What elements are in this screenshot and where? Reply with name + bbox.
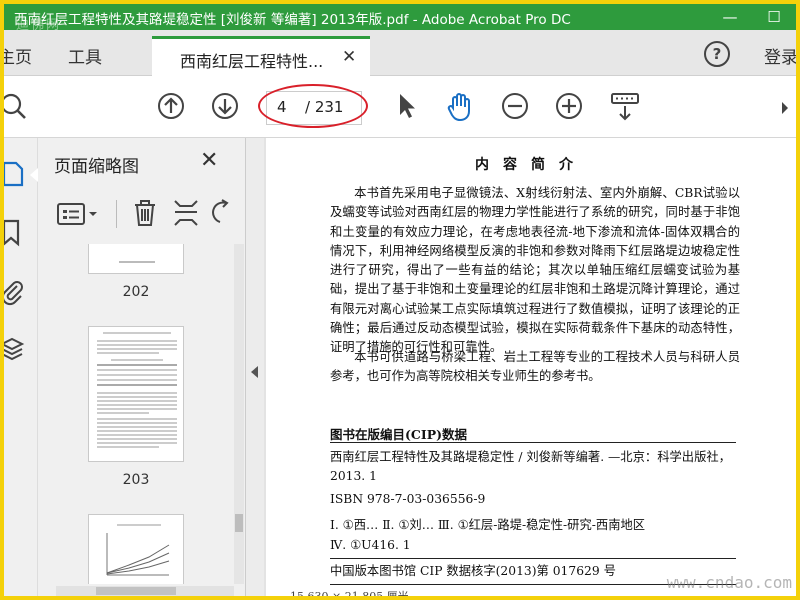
bookmarks-icon[interactable] [4,218,26,248]
thumbnail-list: 202 203 [38,244,234,584]
close-panel-icon[interactable]: ✕ [200,148,218,173]
thumbnail-label: 203 [122,472,150,488]
panel-title: 页面缩略图 [54,157,139,177]
scroll-mode-icon[interactable] [610,91,640,123]
scrollbar-thumb[interactable] [235,514,243,532]
minimize-button[interactable]: — [708,4,752,30]
thumbnails-panel: 页面缩略图 ✕ 202 203 [38,138,246,596]
tab-bar: 主页 工具 西南红层工程特性... ✕ ? 登录 [4,30,796,76]
thumbnail-label: 202 [122,284,150,300]
document-tab[interactable]: 西南红层工程特性... ✕ [152,36,370,76]
close-tab-icon[interactable]: ✕ [342,47,356,67]
pdf-page: 内容简介 本书首先采用电子显微镜法、X射线衍射法、室内外崩解、CBR试验以及蠕变… [266,138,796,596]
home-tab[interactable]: 主页 [4,43,32,68]
more-tools-chevron-icon[interactable] [780,96,794,116]
sign-in-link[interactable]: 登录 [764,43,796,68]
hscrollbar-thumb[interactable] [96,587,176,595]
acrobat-window: 西南红层工程特性及其路堤稳定性 [刘俊新 等编著] 2013年版.pdf - A… [4,4,796,596]
cip-book-info: 西南红层工程特性及其路堤稳定性 / 刘俊新等编著. —北京：科学出版社，2013… [330,450,731,483]
title-bar: 西南红层工程特性及其路堤稳定性 [刘俊新 等编著] 2013年版.pdf - A… [4,4,796,33]
rotate-page-icon[interactable] [212,198,232,228]
cip-rule-middle [330,558,736,559]
main-toolbar: / 231 [4,76,796,138]
tools-tab[interactable]: 工具 [68,43,102,68]
cip-classification-1: Ⅰ. ①西… Ⅱ. ①刘… Ⅲ. ①红层-路堤-稳定性-研究-西南地区 [330,518,646,532]
thumbnail-hscrollbar[interactable] [56,586,234,596]
site-watermark: www.cndao.com [666,573,792,592]
document-tab-label: 西南红层工程特性... [180,52,324,71]
collapse-arrow-icon[interactable] [251,366,258,378]
maximize-button[interactable]: ☐ [752,4,796,30]
cip-classification-2: Ⅳ. ①U416. 1 [330,538,411,552]
cip-isbn: ISBN 978-7-03-036556-9 [330,492,486,506]
previous-page-icon[interactable] [156,91,186,121]
help-icon[interactable]: ? [704,41,730,67]
page-heading: 内容简介 [475,157,587,173]
page-thumbnails-icon[interactable] [4,160,26,188]
zoom-in-icon[interactable] [554,91,584,121]
collapse-panel-handle[interactable] [246,138,264,596]
attachments-icon[interactable] [4,278,26,308]
thumbnail-tools [38,190,246,238]
zoom-out-icon[interactable] [500,91,530,121]
cip-rule-top [330,442,736,443]
thumbnail-page-203[interactable] [88,326,184,462]
extract-page-icon[interactable] [172,198,200,228]
intro-paragraph-1: 本书首先采用电子显微镜法、X射线衍射法、室内外崩解、CBR试验以及蠕变等试验对西… [330,186,740,355]
intro-paragraph-2: 本书可供道路与桥梁工程、岩土工程等专业的工程技术人员与科研人员参考，也可作为高等… [330,350,740,384]
thumbnail-scrollbar[interactable] [234,244,244,584]
cip-title: 图书在版编目(CIP)数据 [330,427,468,442]
thumbnail-page-204[interactable] [88,514,184,584]
window-title: 西南红层工程特性及其路堤稳定性 [刘俊新 等编著] 2013年版.pdf - A… [14,12,571,28]
document-viewer[interactable]: 内容简介 本书首先采用电子显微镜法、X射线衍射法、室内外崩解、CBR试验以及蠕变… [264,138,796,596]
zoom-search-icon[interactable] [4,91,28,121]
layers-icon[interactable] [4,334,26,364]
page-number-input[interactable] [277,98,307,116]
page-number-field[interactable]: / 231 [266,91,362,125]
navigation-rail [4,138,38,596]
page-size-readout: 15.630 × 21.805 厘米 [290,588,409,596]
hand-tool-icon[interactable] [444,91,476,123]
next-page-icon[interactable] [210,91,240,121]
select-arrow-icon[interactable] [394,91,420,121]
page-total: / 231 [305,98,344,116]
tools-divider [116,200,117,228]
delete-page-icon[interactable] [132,198,158,228]
thumbnail-options-icon[interactable] [56,202,102,226]
thumbnail-page-201[interactable] [88,244,184,274]
panel-pointer [30,168,38,182]
